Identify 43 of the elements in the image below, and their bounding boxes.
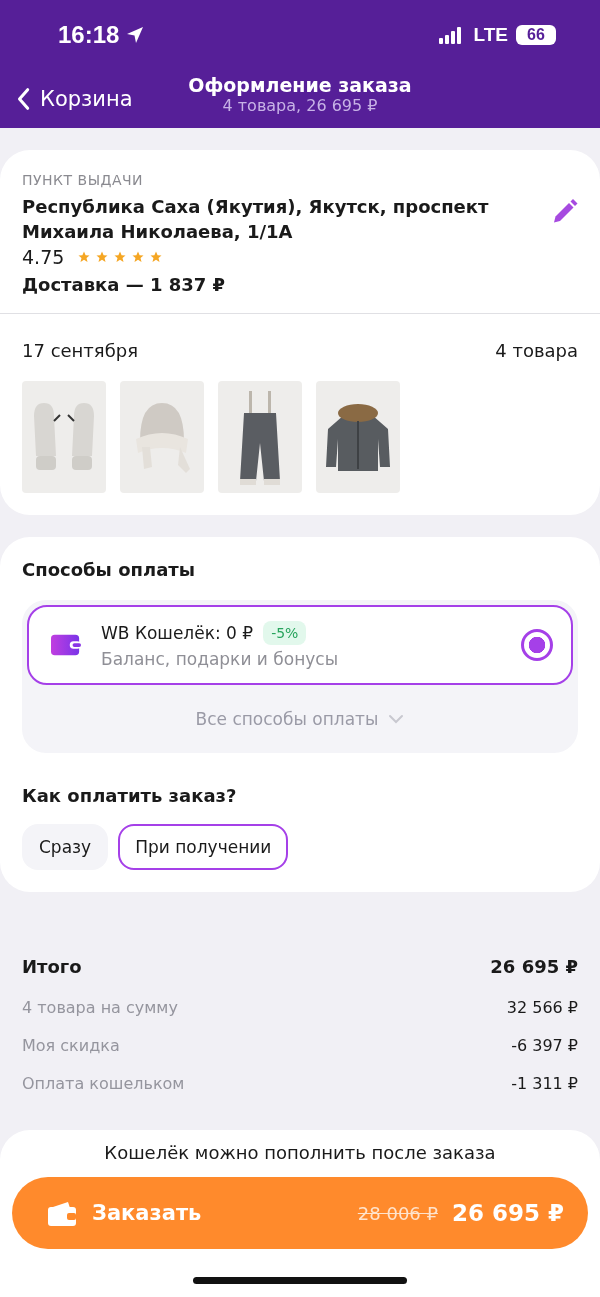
star-icon [114, 251, 127, 263]
summary-value: -6 397 ₽ [511, 1035, 578, 1055]
item-count: 4 товара [495, 340, 578, 361]
wallet-note: Кошелёк можно пополнить после заказа [104, 1142, 496, 1163]
star-icon [150, 251, 163, 263]
payment-name: WB Кошелёк: 0 ₽ [101, 623, 254, 643]
star-icon [96, 251, 109, 263]
star-icon [78, 251, 91, 263]
location-arrow-icon [125, 25, 146, 45]
summary-label: 4 товара на сумму [22, 997, 178, 1017]
summary-label: Моя скидка [22, 1035, 120, 1055]
payment-option[interactable]: WB Кошелёк: 0 ₽ -5% Баланс, подарки и бонусы [27, 605, 573, 685]
rating-value: 4.75 [22, 246, 65, 268]
back-chevron-icon [16, 87, 30, 111]
section-title: Как оплатить заказ? [22, 785, 238, 806]
order-price: 26 695 ₽ [451, 1200, 564, 1226]
pickup-label: ПУНКТ ВЫДАЧИ [22, 172, 145, 188]
payment-timing-option[interactable]: Сразу [22, 824, 109, 870]
battery-level: 66 [527, 26, 545, 44]
screen-subtitle: 4 товара, 26 695 ₽ [221, 96, 379, 115]
screen-title: Оформление заказа [187, 74, 413, 96]
chevron-down-icon [388, 714, 405, 724]
section-title: Способы оплаты [22, 559, 196, 580]
network-label: LTE [473, 24, 508, 46]
back-button[interactable]: Корзина [16, 87, 133, 111]
total-label: Итого [22, 955, 82, 977]
clock-time: 16:18 [58, 21, 120, 49]
star-icon [132, 251, 145, 263]
radio-button[interactable] [521, 629, 553, 661]
pickup-address: Республика Саха (Якутия), Якутск, проспект Михаила Николаева, 1/1А [22, 195, 490, 244]
payment-timing-option[interactable]: При получении [118, 824, 289, 870]
order-label: Заказать [92, 1201, 203, 1225]
wallet-icon [48, 1200, 76, 1226]
summary-label: Оплата кошельком [22, 1073, 185, 1093]
payment-description: Баланс, подарки и бонусы [101, 649, 340, 669]
old-price: 28 006 ₽ [357, 1202, 438, 1224]
discount-badge: -5% [263, 621, 307, 645]
summary-value: 32 566 ₽ [506, 997, 578, 1017]
delivery-date: 17 сентября [22, 340, 139, 361]
total-value: 26 695 ₽ [490, 955, 578, 977]
wallet-icon [51, 634, 81, 656]
delivery-price: Доставка — 1 837 ₽ [22, 274, 227, 295]
summary-value: -1 311 ₽ [511, 1073, 578, 1093]
